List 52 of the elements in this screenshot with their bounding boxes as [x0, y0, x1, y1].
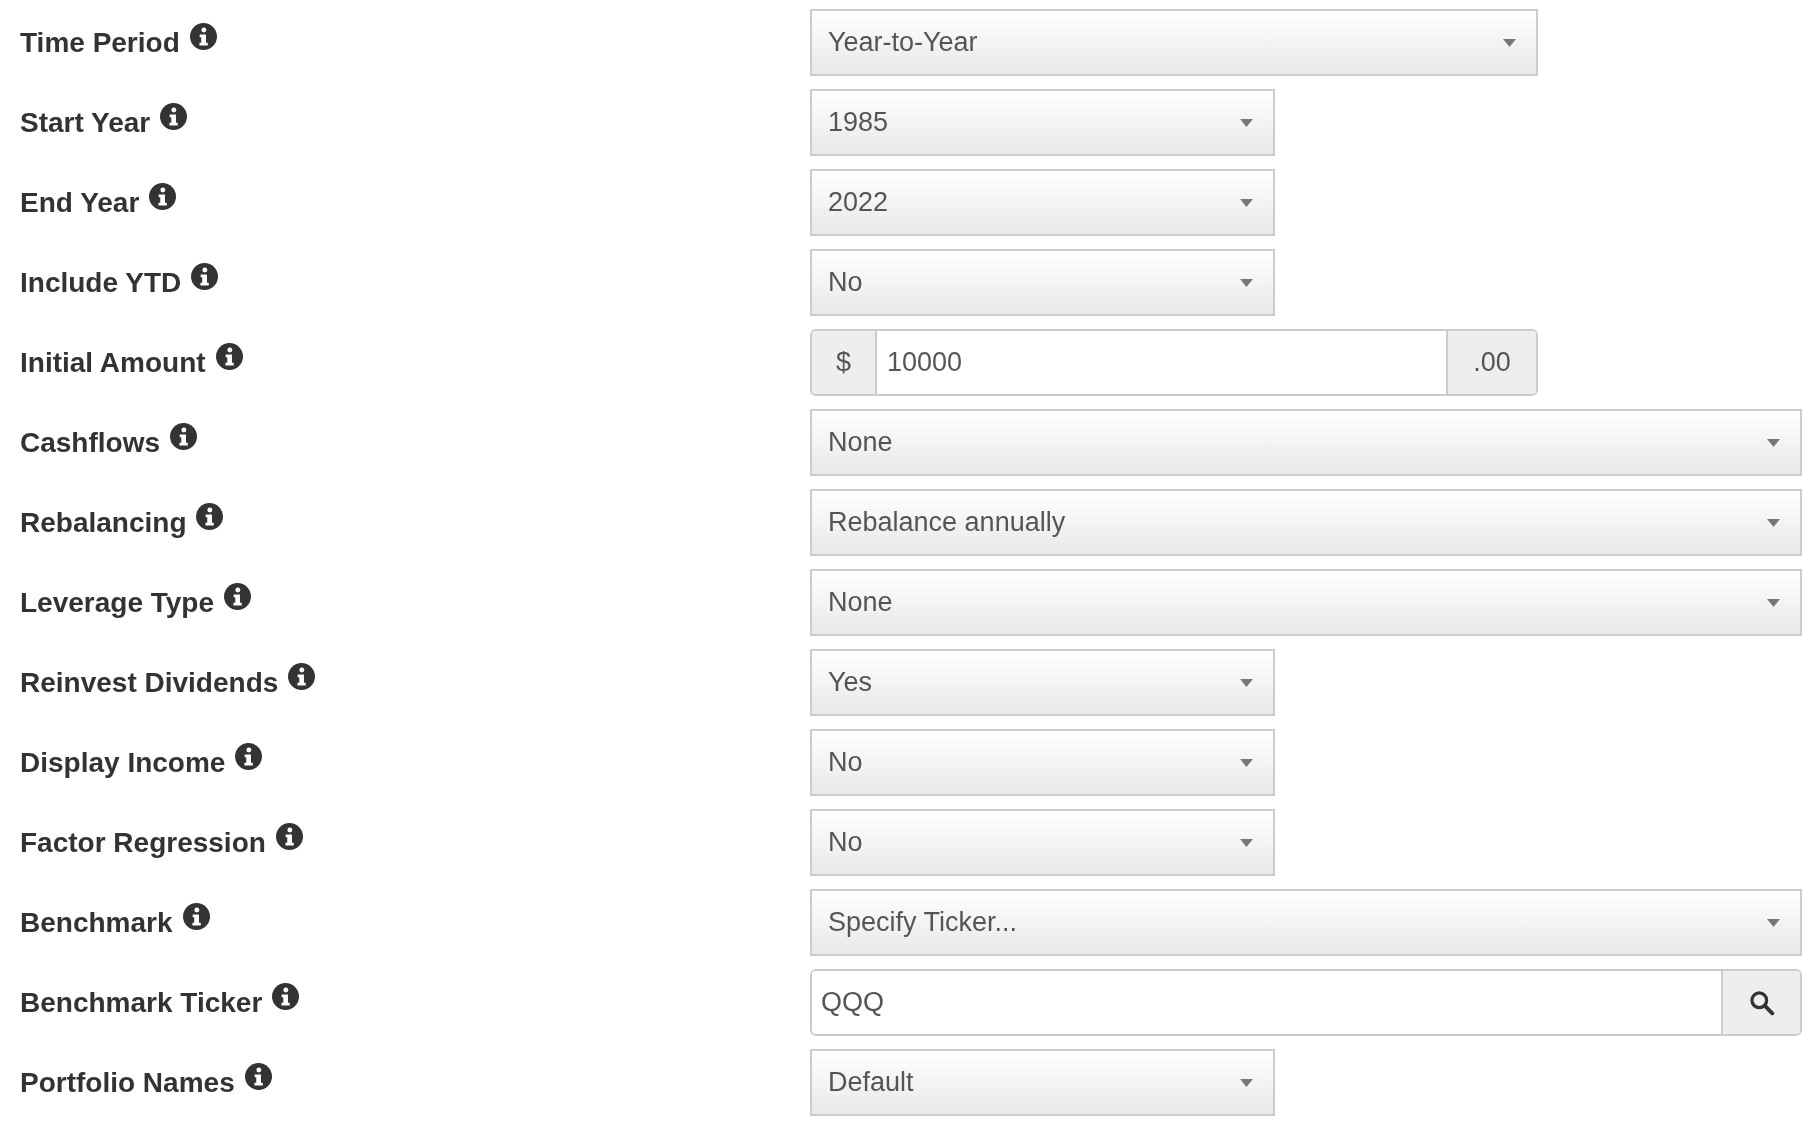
field-label: Benchmark: [20, 906, 173, 939]
dropdown[interactable]: Rebalance annually: [810, 489, 1802, 556]
field-label: Factor Regression: [20, 826, 266, 859]
dropdown[interactable]: Year-to-Year: [810, 9, 1538, 76]
info-icon[interactable]: [215, 343, 243, 370]
caret-down-icon: [1240, 118, 1253, 127]
field-label: Cashflows: [20, 426, 161, 459]
dropdown[interactable]: Default: [810, 1049, 1275, 1116]
info-icon[interactable]: [272, 983, 300, 1010]
dropdown[interactable]: None: [810, 409, 1802, 476]
dropdown[interactable]: No: [810, 809, 1275, 876]
field-label: Rebalancing: [20, 506, 187, 539]
info-icon[interactable]: [224, 583, 252, 610]
dropdown[interactable]: 2022: [810, 169, 1275, 236]
caret-down-icon: [1767, 518, 1780, 527]
field-label: Start Year: [20, 106, 151, 139]
info-icon[interactable]: [196, 503, 224, 530]
field-label: Display Income: [20, 746, 226, 779]
field-label: End Year: [20, 186, 140, 219]
caret-down-icon: [1240, 1078, 1253, 1087]
info-icon[interactable]: [189, 23, 217, 50]
caret-down-icon: [1240, 758, 1253, 767]
caret-down-icon: [1767, 598, 1780, 607]
info-icon[interactable]: [182, 903, 210, 930]
field-label: Reinvest Dividends: [20, 666, 279, 699]
field-label: Leverage Type: [20, 586, 215, 619]
caret-down-icon: [1240, 278, 1253, 287]
info-icon[interactable]: [244, 1063, 272, 1090]
dropdown[interactable]: Yes: [810, 649, 1275, 716]
field-label: Initial Amount: [20, 346, 206, 379]
info-icon[interactable]: [288, 663, 316, 690]
caret-down-icon: [1503, 38, 1516, 47]
caret-down-icon: [1767, 918, 1780, 927]
info-icon[interactable]: [170, 423, 198, 450]
info-icon[interactable]: [191, 263, 219, 290]
dropdown[interactable]: None: [810, 569, 1802, 636]
info-icon[interactable]: [149, 183, 177, 210]
dropdown[interactable]: Specify Ticker...: [810, 889, 1802, 956]
field-label: Portfolio Names: [20, 1066, 235, 1099]
info-icon[interactable]: [275, 823, 303, 850]
info-icon[interactable]: [160, 103, 188, 130]
caret-down-icon: [1240, 678, 1253, 687]
info-icon[interactable]: [235, 743, 263, 770]
field-label: Benchmark Ticker: [20, 986, 263, 1019]
caret-down-icon: [1240, 198, 1253, 207]
dropdown[interactable]: No: [810, 729, 1275, 796]
dropdown[interactable]: No: [810, 249, 1275, 316]
caret-down-icon: [1240, 838, 1253, 847]
dropdown[interactable]: 1985: [810, 89, 1275, 156]
caret-down-icon: [1767, 438, 1780, 447]
field-label: Include YTD: [20, 266, 182, 299]
field-label: Time Period: [20, 26, 180, 59]
